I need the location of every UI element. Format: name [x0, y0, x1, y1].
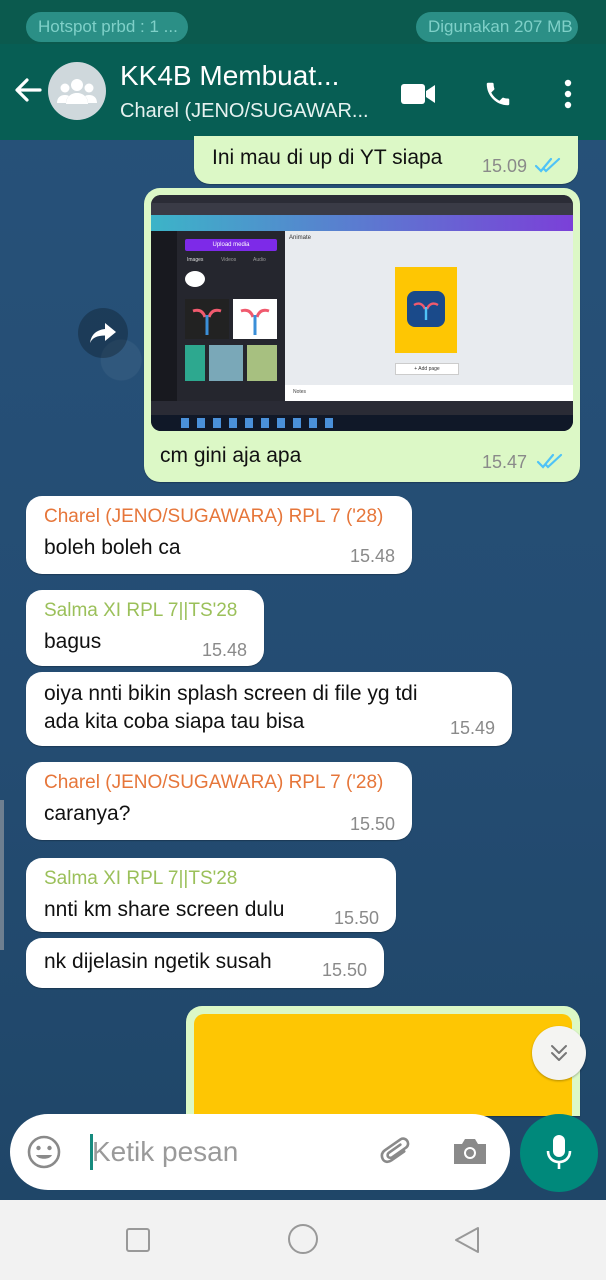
message-text-line-1: oiya nnti bikin splash screen di file yg… — [44, 682, 418, 705]
windows-taskbar — [151, 415, 573, 431]
nav-recent-icon[interactable] — [126, 1228, 150, 1252]
app-logo-icon — [407, 291, 445, 327]
thumbnail-light — [233, 299, 277, 339]
message-text: boleh boleh ca — [44, 536, 181, 559]
message-input[interactable]: Ketik pesan — [10, 1114, 510, 1190]
yellow-image-preview[interactable] — [194, 1014, 572, 1116]
chat-title[interactable]: KK4B Membuat... — [120, 60, 339, 92]
outgoing-image-message-partial[interactable] — [186, 1006, 580, 1116]
message-text: nnti km share screen dulu — [44, 898, 285, 921]
thumbnail-portrait — [247, 345, 277, 381]
nav-back-icon[interactable] — [452, 1226, 482, 1254]
image-caption: cm gini aja apa — [160, 444, 302, 467]
scroll-indicator — [0, 800, 4, 950]
mic-icon[interactable] — [520, 1114, 598, 1192]
sender-name[interactable]: Salma XI RPL 7||TS'28 — [44, 600, 237, 622]
double-check-icon — [534, 157, 561, 173]
sender-name[interactable]: Charel (JENO/SUGAWARA) RPL 7 ('28) — [44, 506, 383, 528]
editor-side-panel: Upload media Images Videos Audio — [177, 231, 285, 401]
thumbnail-phone — [185, 345, 205, 381]
outgoing-message[interactable]: Ini mau di up di YT siapa 15.09 — [194, 136, 578, 184]
shared-screenshot-image[interactable]: Upload media Images Videos Audio Animate — [151, 195, 573, 431]
message-text: caranya? — [44, 802, 131, 825]
video-call-icon[interactable] — [398, 74, 438, 114]
editor-icon-column — [151, 231, 177, 401]
forward-icon[interactable] — [78, 308, 128, 358]
panel-tab-audio: Audio — [253, 257, 266, 263]
browser-tab-strip — [151, 195, 573, 203]
attach-icon[interactable] — [376, 1132, 416, 1172]
editor-canvas-area: Animate + Add page Notes — [285, 231, 573, 401]
nav-home-icon[interactable] — [288, 1224, 318, 1254]
message-time: 15.48 — [202, 640, 248, 660]
taskbar-icons — [181, 418, 341, 428]
message-text: nk dijelasin ngetik susah — [44, 950, 272, 973]
system-nav-bar — [0, 1200, 606, 1280]
notes-label: Notes — [293, 389, 307, 395]
phone-icon[interactable] — [478, 74, 518, 114]
browser-address-bar — [151, 203, 573, 215]
message-time: 15.09 — [482, 156, 528, 176]
canvas-label: Animate — [289, 235, 312, 241]
data-usage-pill: Digunakan 207 MB — [416, 12, 578, 42]
download-bar — [151, 401, 573, 415]
incoming-message[interactable]: Salma XI RPL 7||TS'28 bagus 15.48 — [26, 590, 264, 666]
status-bar: Hotspot prbd : 1 ... Digunakan 207 MB — [0, 0, 606, 46]
chat-header: KK4B Membuat... Charel (JENO/SUGAWAR... — [0, 44, 606, 140]
camera-icon[interactable] — [450, 1134, 490, 1170]
chat-subtitle[interactable]: Charel (JENO/SUGAWAR... — [120, 100, 369, 123]
panel-tab-images: Images — [187, 257, 204, 263]
message-text: Ini mau di up di YT siapa — [212, 146, 443, 169]
outgoing-image-message[interactable]: Upload media Images Videos Audio Animate — [144, 188, 580, 482]
message-text: bagus — [44, 630, 102, 653]
incoming-message[interactable]: oiya nnti bikin splash screen di file yg… — [26, 672, 512, 746]
incoming-message[interactable]: Salma XI RPL 7||TS'28 nnti km share scre… — [26, 858, 396, 932]
group-avatar-icon[interactable] — [48, 62, 106, 120]
upload-media-button: Upload media — [185, 239, 277, 251]
sender-name[interactable]: Charel (JENO/SUGAWARA) RPL 7 ('28) — [44, 772, 383, 794]
message-time: 15.49 — [450, 718, 496, 738]
hotspot-status-pill: Hotspot prbd : 1 ... — [26, 12, 188, 42]
back-arrow-icon[interactable] — [12, 74, 44, 106]
message-time: 15.50 — [322, 960, 368, 980]
thumbnail-group-photo — [209, 345, 243, 381]
thumbnail-dark — [185, 299, 229, 339]
incoming-message[interactable]: nk dijelasin ngetik susah 15.50 — [26, 938, 384, 988]
sender-name[interactable]: Salma XI RPL 7||TS'28 — [44, 868, 237, 890]
thumbnail-logo — [185, 271, 205, 287]
editor-footer: Notes — [285, 385, 573, 401]
more-vert-icon[interactable] — [548, 74, 588, 114]
editor-toolbar — [151, 215, 573, 231]
panel-tab-videos: Videos — [221, 257, 237, 263]
incoming-message[interactable]: Charel (JENO/SUGAWARA) RPL 7 ('28) boleh… — [26, 496, 412, 574]
message-time: 15.50 — [334, 908, 380, 928]
add-page-button: + Add page — [395, 363, 459, 375]
message-text-line-2: ada kita coba siapa tau bisa — [44, 710, 305, 733]
double-check-icon — [536, 453, 563, 469]
incoming-message[interactable]: Charel (JENO/SUGAWARA) RPL 7 ('28) caran… — [26, 762, 412, 840]
scroll-down-icon[interactable] — [532, 1026, 586, 1080]
message-input-placeholder: Ketik pesan — [92, 1136, 239, 1167]
emoji-icon[interactable] — [26, 1134, 62, 1170]
canvas-page-yellow — [395, 267, 457, 353]
message-time: 15.47 — [482, 452, 528, 472]
message-time: 15.50 — [350, 814, 396, 834]
message-time: 15.48 — [350, 546, 396, 566]
